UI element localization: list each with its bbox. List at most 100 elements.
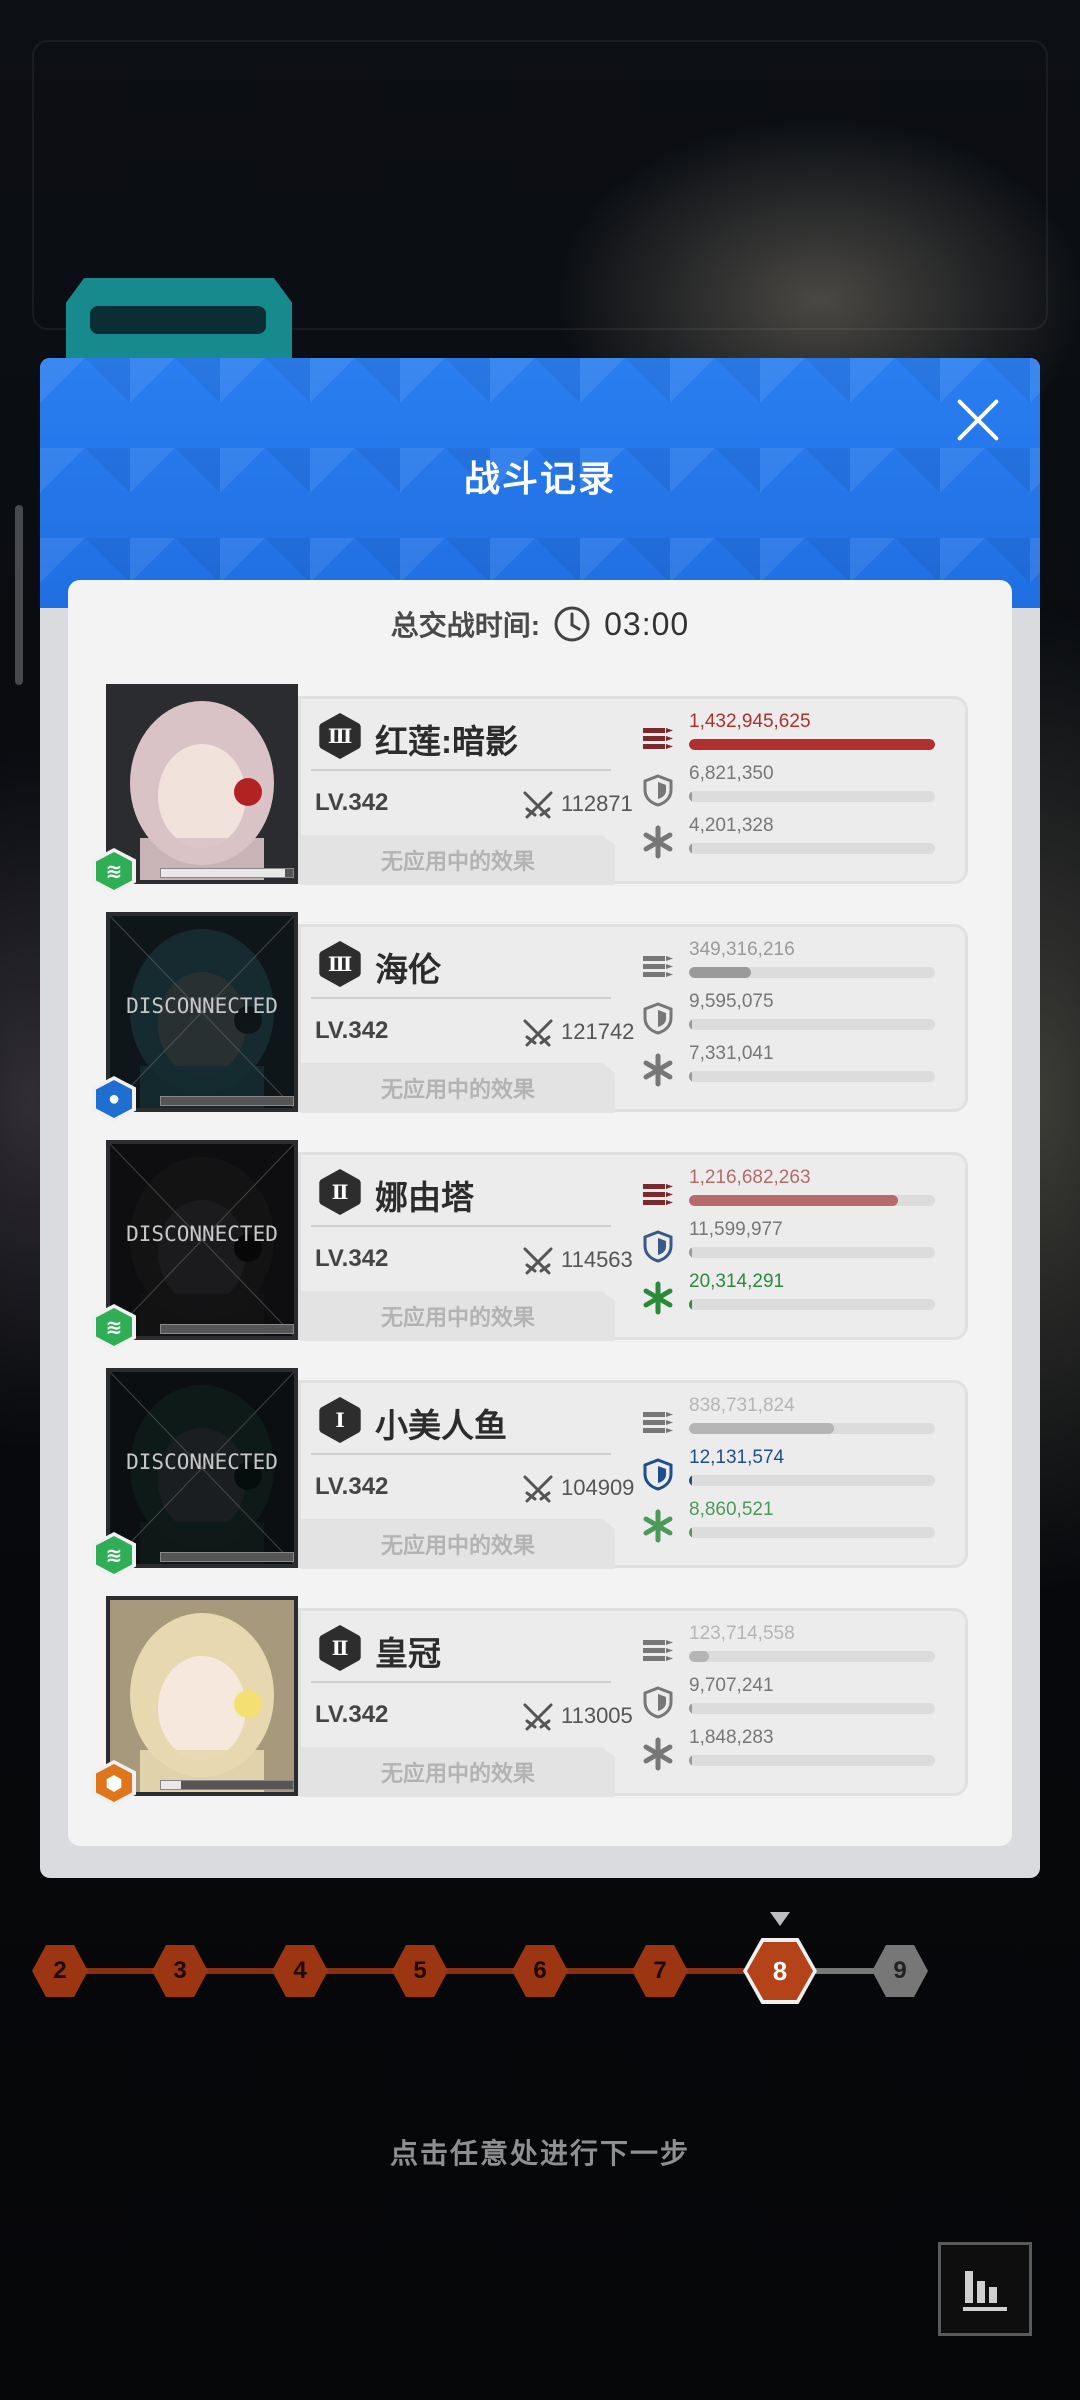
name-divider xyxy=(311,997,611,999)
active-effects[interactable]: 无应用中的效果 xyxy=(301,1519,615,1569)
disconnected-label: DISCONNECTED xyxy=(126,994,278,1018)
player-info: Ⅲ 海伦 LV.342 121742 无应用中的效果 349,316,216 9,595,0… xyxy=(298,924,968,1113)
damage-value: 1,432,945,625 xyxy=(689,711,811,732)
defense-bar xyxy=(689,1019,935,1030)
asterisk-icon xyxy=(643,1053,673,1087)
damage-value: 838,731,824 xyxy=(689,1395,795,1416)
crossed-swords-icon xyxy=(523,1703,553,1731)
name-divider xyxy=(311,1225,611,1227)
shield-icon xyxy=(643,1002,673,1035)
character-level: LV.342 xyxy=(315,789,389,816)
character-portrait[interactable] xyxy=(106,1596,298,1796)
name-divider xyxy=(311,1453,611,1455)
heal-bar-fill xyxy=(689,1527,692,1538)
heal-stat: 8,860,521 xyxy=(641,1499,951,1549)
defense-bar xyxy=(689,791,935,802)
player-card[interactable]: DISCONNECTED ● Ⅲ 海伦 LV.342 121742 无应用中的效果 349,3… xyxy=(92,912,968,1122)
battle-time: 总交战时间: 03:00 xyxy=(68,600,1012,648)
combat-power: 114563 xyxy=(561,1247,633,1272)
damage-bar-fill xyxy=(689,1423,835,1434)
crossed-swords-icon xyxy=(523,1019,553,1047)
burst-stage-badge: Ⅱ xyxy=(319,1169,361,1215)
shield-icon xyxy=(643,1230,673,1263)
player-card[interactable]: DISCONNECTED ≋ Ⅰ 小美人鱼 LV.342 104909 无应用中的效果 838… xyxy=(92,1368,968,1578)
damage-stat: 1,216,682,263 xyxy=(641,1167,951,1217)
damage-stat: 1,432,945,625 xyxy=(641,711,951,761)
damage-value: 123,714,558 xyxy=(689,1623,795,1644)
defense-bar xyxy=(689,1475,935,1486)
character-portrait[interactable] xyxy=(106,684,298,884)
close-button[interactable] xyxy=(948,390,1008,450)
character-level: LV.342 xyxy=(315,1017,389,1044)
damage-bar xyxy=(689,967,935,978)
heal-bar-fill xyxy=(689,1299,692,1310)
stage-node-label: 8 xyxy=(747,1942,813,2000)
combat-power: 112871 xyxy=(561,791,633,816)
heal-value: 8,860,521 xyxy=(689,1499,774,1520)
damage-bar-fill xyxy=(689,1651,709,1662)
burst-stage-badge: Ⅲ xyxy=(319,713,361,759)
current-stage-marker xyxy=(770,1912,790,1926)
defense-value: 12,131,574 xyxy=(689,1447,785,1468)
damage-stat: 123,714,558 xyxy=(641,1623,951,1673)
character-portrait[interactable]: DISCONNECTED xyxy=(106,1140,298,1340)
defense-value: 9,707,241 xyxy=(689,1675,774,1696)
portrait-gauge xyxy=(160,1096,294,1106)
clock-icon xyxy=(554,606,590,642)
player-card[interactable]: ⬢ Ⅱ 皇冠 LV.342 113005 无应用中的效果 123,714,558 9,707,… xyxy=(92,1596,968,1806)
heal-value: 4,201,328 xyxy=(689,815,774,836)
heal-bar xyxy=(689,1071,935,1082)
crossed-swords-icon xyxy=(523,1475,553,1503)
character-portrait[interactable]: DISCONNECTED xyxy=(106,1368,298,1568)
active-effects[interactable]: 无应用中的效果 xyxy=(301,1747,615,1797)
player-card[interactable]: DISCONNECTED ≋ Ⅱ 娜由塔 LV.342 114563 无应用中的效果 1,21… xyxy=(92,1140,968,1350)
character-portrait[interactable]: DISCONNECTED xyxy=(106,912,298,1112)
shield-icon xyxy=(643,1458,673,1491)
burst-stage-badge: Ⅱ xyxy=(319,1625,361,1671)
left-scrollbar[interactable] xyxy=(15,505,23,685)
bullets-icon xyxy=(643,1640,673,1661)
modal-title: 战斗记录 xyxy=(463,458,616,499)
continue-hint[interactable]: 点击任意处进行下一步 xyxy=(0,2132,1080,2172)
bullets-icon xyxy=(643,956,673,977)
record-panel: 总交战时间: 03:00 ≋ Ⅲ 红莲:暗影 LV.342 112871 无应用中的效果 1… xyxy=(68,580,1012,1846)
bullets-icon xyxy=(643,1184,673,1205)
heal-bar-fill xyxy=(689,843,692,854)
bullets-icon xyxy=(643,728,673,749)
defense-stat: 11,599,977 xyxy=(641,1219,951,1269)
statistics-button[interactable] xyxy=(938,2242,1032,2336)
character-name: 海伦 xyxy=(375,951,441,988)
name-divider xyxy=(311,769,611,771)
defense-bar-fill xyxy=(689,1703,692,1714)
combat-power: 113005 xyxy=(561,1703,633,1728)
active-effects[interactable]: 无应用中的效果 xyxy=(301,835,615,885)
active-effects[interactable]: 无应用中的效果 xyxy=(301,1063,615,1113)
character-name: 红莲:暗影 xyxy=(375,723,518,760)
combat-power: 121742 xyxy=(561,1019,635,1044)
character-level: LV.342 xyxy=(315,1473,389,1500)
portrait-gauge xyxy=(160,1324,294,1334)
battle-time-label: 总交战时间: xyxy=(390,610,541,641)
combat-power: 104909 xyxy=(561,1475,635,1500)
character-level: LV.342 xyxy=(315,1701,389,1728)
player-info: Ⅱ 娜由塔 LV.342 114563 无应用中的效果 1,216,682,263 11,5… xyxy=(298,1152,968,1341)
damage-value: 349,316,216 xyxy=(689,939,795,960)
damage-stat: 349,316,216 xyxy=(641,939,951,989)
heal-value: 7,331,041 xyxy=(689,1043,774,1064)
burst-stage-badge: Ⅲ xyxy=(319,941,361,987)
player-card[interactable]: ≋ Ⅲ 红莲:暗影 LV.342 112871 无应用中的效果 1,432,945,625 6… xyxy=(92,684,968,894)
burst-stage-badge: Ⅰ xyxy=(319,1397,361,1443)
defense-bar-fill xyxy=(689,791,692,802)
shield-icon xyxy=(643,774,673,807)
defense-value: 6,821,350 xyxy=(689,763,774,784)
heal-stat: 4,201,328 xyxy=(641,815,951,865)
active-effects[interactable]: 无应用中的效果 xyxy=(301,1291,615,1341)
character-name: 皇冠 xyxy=(375,1635,441,1672)
heal-stat: 20,314,291 xyxy=(641,1271,951,1321)
name-divider xyxy=(311,1681,611,1683)
heal-bar xyxy=(689,843,935,854)
damage-bar-fill xyxy=(689,739,935,750)
defense-stat: 6,821,350 xyxy=(641,763,951,813)
team-tab[interactable] xyxy=(66,278,292,360)
player-info: Ⅲ 红莲:暗影 LV.342 112871 无应用中的效果 1,432,945,625 6,… xyxy=(298,696,968,885)
